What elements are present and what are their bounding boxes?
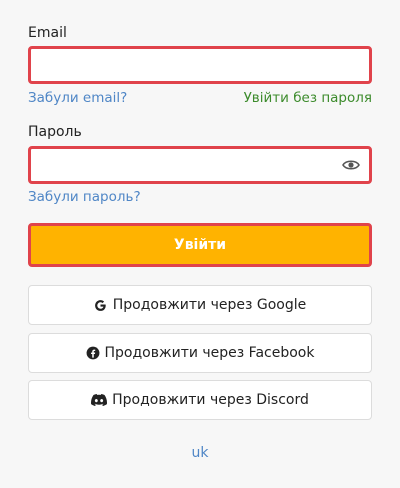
google-login-label: Продовжити через Google bbox=[112, 297, 307, 313]
eye-icon[interactable] bbox=[342, 158, 360, 172]
email-field[interactable] bbox=[31, 49, 369, 81]
login-button[interactable]: Увійти bbox=[28, 223, 372, 267]
language-selector[interactable]: uk bbox=[28, 445, 372, 461]
facebook-login-label: Продовжити через Facebook bbox=[104, 345, 315, 361]
forgot-email-link[interactable]: Забули email? bbox=[28, 90, 127, 106]
google-login-button[interactable]: Продовжити через Google bbox=[28, 285, 372, 325]
password-field-wrapper bbox=[28, 146, 372, 184]
facebook-icon bbox=[86, 346, 100, 360]
discord-login-label: Продовжити через Discord bbox=[112, 392, 309, 408]
password-label: Пароль bbox=[28, 124, 82, 140]
discord-login-button[interactable]: Продовжити через Discord bbox=[28, 380, 372, 420]
password-field[interactable] bbox=[31, 149, 369, 181]
login-without-password-link[interactable]: Увійти без пароля bbox=[244, 90, 372, 106]
discord-icon bbox=[91, 393, 108, 407]
email-label: Email bbox=[28, 25, 67, 41]
facebook-login-button[interactable]: Продовжити через Facebook bbox=[28, 333, 372, 373]
email-field-wrapper bbox=[28, 46, 372, 84]
google-icon bbox=[94, 298, 108, 312]
forgot-password-link[interactable]: Забули пароль? bbox=[28, 189, 141, 205]
